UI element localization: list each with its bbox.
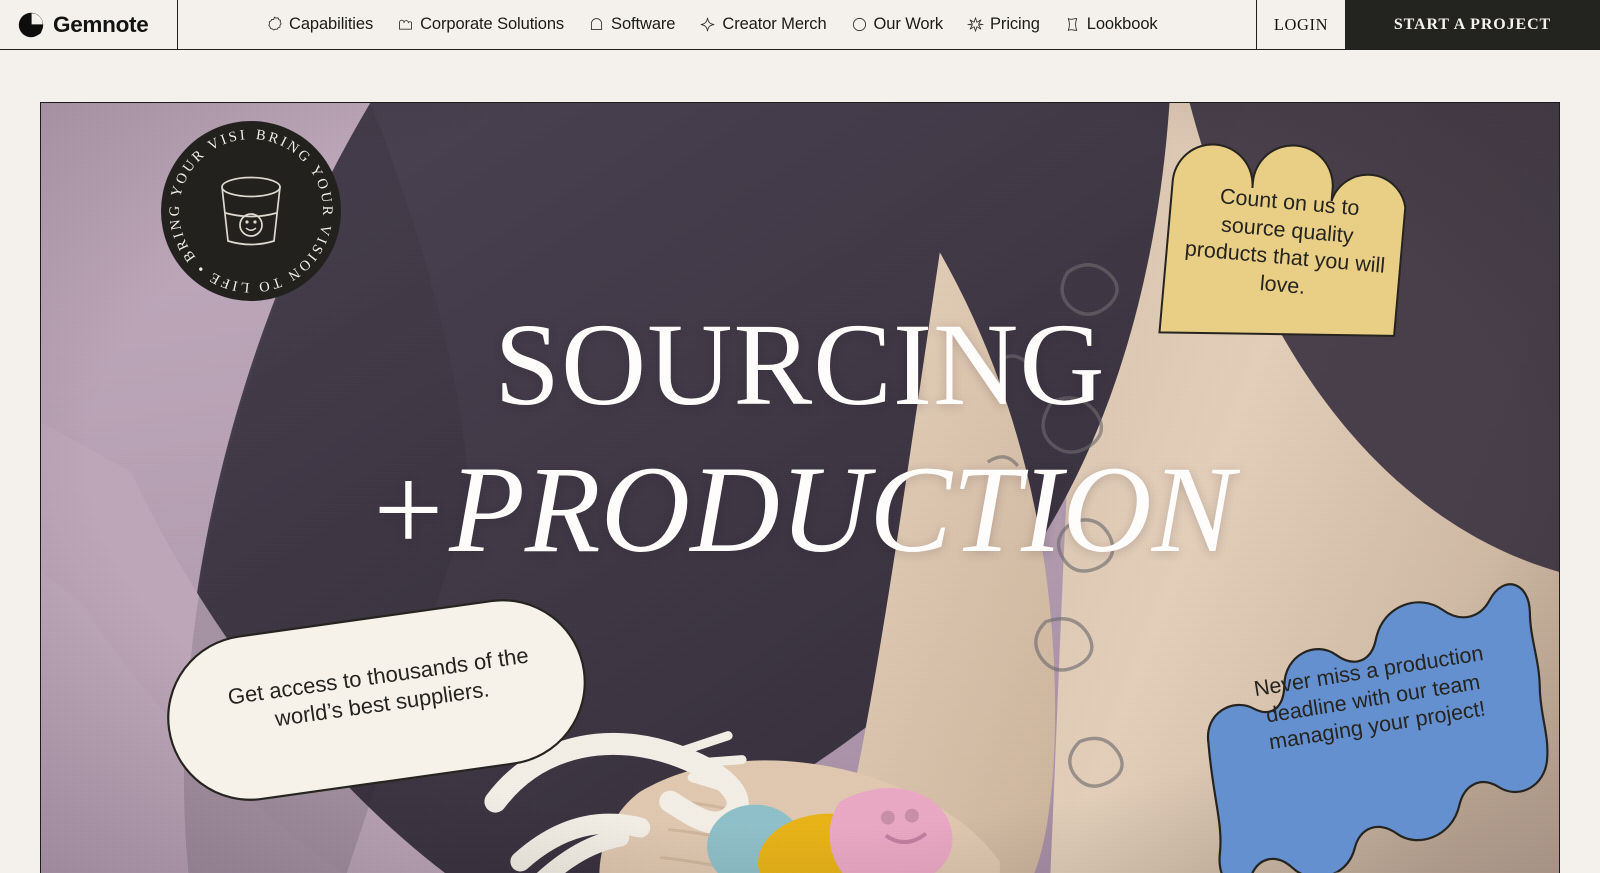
- burst-star-icon: [967, 16, 984, 33]
- nav-item-lookbook[interactable]: Lookbook: [1052, 15, 1170, 34]
- brand-logo[interactable]: Gemnote: [0, 0, 178, 49]
- wavy-top-square-icon: [397, 16, 414, 33]
- nav-item-software[interactable]: Software: [576, 15, 687, 34]
- circle-outline-icon: [851, 16, 868, 33]
- gemnote-logo-mark-icon: [18, 12, 44, 38]
- nav-item-corporate-solutions[interactable]: Corporate Solutions: [385, 15, 576, 34]
- nav-item-pricing[interactable]: Pricing: [955, 15, 1052, 34]
- nav-label: Creator Merch: [722, 15, 827, 33]
- arch-shape-icon: [588, 16, 605, 33]
- nav-item-our-work[interactable]: Our Work: [839, 15, 956, 34]
- sticker-sourcing-quality: Count on us to source quality products t…: [1153, 103, 1418, 356]
- scalloped-circle-icon: [266, 16, 283, 33]
- main-nav: Capabilities Corporate Solutions Softwar…: [178, 0, 1256, 49]
- login-button[interactable]: LOGIN: [1256, 0, 1345, 49]
- start-a-project-button[interactable]: START A PROJECT: [1345, 0, 1600, 49]
- sparkle-diamond-icon: [699, 16, 716, 33]
- nav-label: Capabilities: [289, 15, 374, 33]
- hero-section: BRING YOUR VISION TO LIFE • BRING YOUR V…: [0, 50, 1600, 873]
- site-header: Gemnote Capabilities Corporate Solutions…: [0, 0, 1600, 50]
- nav-label: Corporate Solutions: [420, 15, 565, 33]
- hourglass-ribbon-icon: [1064, 16, 1081, 33]
- cta-label: START A PROJECT: [1393, 15, 1552, 33]
- brand-name: Gemnote: [53, 11, 149, 37]
- nav-label: Our Work: [873, 15, 944, 33]
- sticker-production-deadline: Never miss a production deadline with ou…: [1177, 564, 1559, 873]
- login-label: LOGIN: [1273, 14, 1329, 34]
- bring-your-vision-badge: BRING YOUR VISION TO LIFE • BRING YOUR V…: [157, 117, 345, 305]
- nav-label: Pricing: [990, 15, 1040, 33]
- nav-label: Software: [611, 15, 676, 33]
- nav-item-capabilities[interactable]: Capabilities: [254, 15, 385, 34]
- sticker-text: Count on us to source quality products t…: [1183, 184, 1387, 299]
- nav-label: Lookbook: [1086, 15, 1158, 33]
- hero-image-frame: BRING YOUR VISION TO LIFE • BRING YOUR V…: [40, 102, 1560, 873]
- nav-item-creator-merch[interactable]: Creator Merch: [687, 15, 838, 34]
